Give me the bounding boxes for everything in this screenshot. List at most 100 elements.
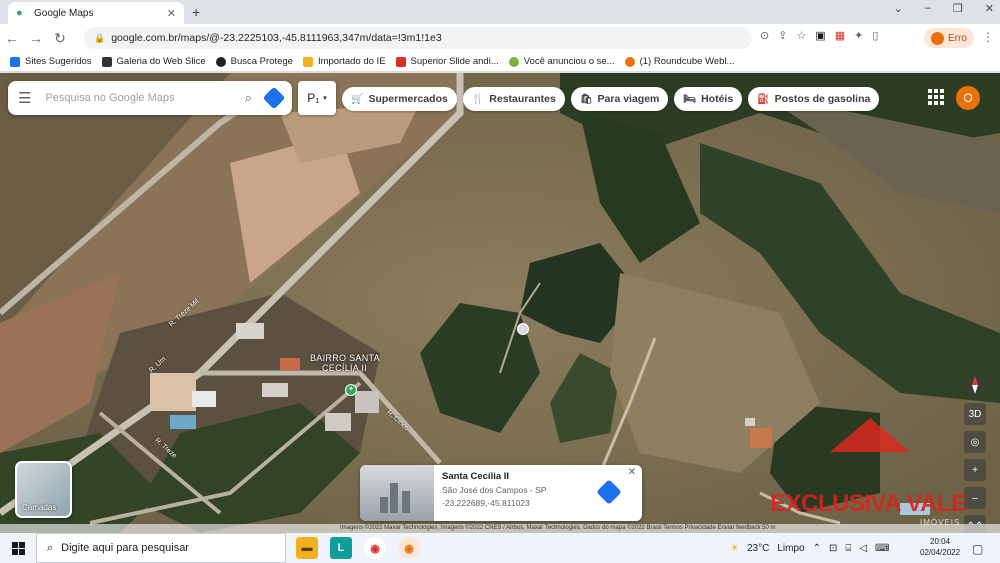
camera-icon[interactable]: ⊡ — [829, 543, 837, 554]
compass-icon[interactable] — [963, 373, 987, 397]
takeout-bag-icon: 🛍 — [579, 93, 593, 105]
reload-icon[interactable]: ↻ — [48, 30, 72, 47]
close-window-button[interactable]: ✕ — [985, 2, 994, 15]
maps-search-box[interactable]: ☰ Pesquisa no Google Maps ⌕ — [8, 81, 292, 115]
layers-button[interactable]: Camadas — [15, 461, 72, 518]
minimize-button[interactable]: – — [925, 2, 931, 15]
search-input[interactable]: Pesquisa no Google Maps — [45, 92, 230, 104]
directions-icon[interactable] — [262, 86, 286, 110]
chip-postos-de-gasolina[interactable]: ⛽ Postos de gasolina — [748, 87, 880, 111]
weather-icon[interactable]: ☀ — [730, 543, 739, 554]
taskbar-search-box[interactable]: ⌕ Digite aqui para pesquisar — [36, 533, 286, 563]
bookmarks-bar: Sites Sugeridos Galeria do Web Slice Bus… — [0, 52, 1000, 72]
cart-icon: 🛒 — [351, 93, 364, 105]
bookmark-item[interactable]: Superior Slide andi... — [395, 56, 499, 67]
chip-restaurantes[interactable]: 🍴 Restaurantes — [462, 87, 565, 111]
lock-icon[interactable]: 🔒 — [94, 33, 105, 44]
profile-button[interactable]: Erro — [924, 28, 974, 48]
bookmark-item[interactable]: Sites Sugeridos — [10, 56, 92, 67]
directions-icon[interactable] — [596, 479, 622, 505]
zoom-out-button[interactable]: – — [964, 487, 986, 509]
bookmark-item[interactable]: (1) Roundcube Webl... — [624, 56, 734, 67]
place-info-card[interactable]: Santa Cecília II São José dos Campos - S… — [360, 465, 642, 521]
back-arrow-icon[interactable]: ← — [0, 30, 24, 46]
start-button[interactable] — [0, 541, 36, 555]
place-pin-icon[interactable]: ✦ — [345, 384, 357, 396]
bookmark-item[interactable]: Importado do IE — [302, 56, 386, 67]
new-tab-button[interactable]: + — [192, 4, 200, 20]
bookmark-icon — [101, 56, 112, 67]
bookmark-item[interactable]: Galeria do Web Slice — [101, 56, 206, 67]
place-name: Santa Cecília II — [442, 471, 510, 482]
weather-temp[interactable]: 23°C — [747, 543, 769, 554]
account-avatar[interactable]: O — [956, 86, 980, 110]
satellite-imagery — [0, 73, 1000, 533]
satellite-map[interactable]: ☰ Pesquisa no Google Maps ⌕ P₁ ▾ 🛒 Superme… — [0, 73, 1000, 533]
bookmark-icon — [215, 56, 226, 67]
app-l-icon[interactable]: L — [330, 537, 352, 559]
close-icon[interactable]: ✕ — [628, 467, 636, 478]
more-menu-icon[interactable]: ⋮ — [982, 30, 994, 44]
system-tray: ☀ 23°C Limpo ⌃ ⊡ ⌸ ◁ ⌨ — [730, 533, 889, 563]
bookmark-icon — [10, 56, 20, 67]
dropdown-arrow-icon: ▾ — [323, 95, 327, 102]
avatar — [931, 31, 944, 45]
share-icon[interactable]: ⇪ — [778, 29, 787, 42]
neighborhood-label: BAIRRO SANTA CECÍLIA II — [310, 353, 380, 373]
address-bar[interactable]: 🔒 google.com.br/maps/@-23.2225103,-45.81… — [84, 27, 752, 49]
house-roof-icon — [830, 418, 910, 452]
location-icon[interactable]: ⊙ — [760, 29, 769, 42]
file-explorer-icon[interactable]: ▬ — [296, 537, 318, 559]
tab-strip: ● Google Maps ✕ + ⌄ – ❐ ✕ — [0, 0, 1000, 24]
chrome-icon[interactable]: ◉ — [364, 537, 386, 559]
hamburger-menu-icon[interactable]: ☰ — [18, 89, 31, 107]
bookmark-icon — [395, 56, 406, 67]
bookmark-star-icon[interactable]: ☆ — [796, 29, 806, 42]
layers-label: Camadas — [22, 503, 57, 512]
calendar-extension-icon[interactable]: ▦ — [835, 29, 845, 42]
my-location-icon[interactable]: ◎ — [964, 431, 986, 453]
chip-hoteis[interactable]: 🛏 Hotéis — [674, 87, 743, 111]
chevron-up-icon[interactable]: ⌃ — [813, 543, 821, 554]
chip-supermercados[interactable]: 🛒 Supermercados — [342, 87, 457, 111]
chip-para-viagem[interactable]: 🛍 Para viagem — [570, 87, 669, 111]
network-icon[interactable]: ⌸ — [845, 543, 851, 554]
puzzle-icon[interactable]: ✦ — [854, 29, 863, 42]
chrome-profile-icon[interactable]: ◉ — [398, 537, 420, 559]
windows-logo-icon — [11, 541, 25, 555]
place-coordinates: -23.222689,-45.811023 — [442, 498, 530, 508]
weather-desc[interactable]: Limpo — [777, 543, 804, 554]
map-attribution[interactable]: Imagens ©2022 Maxar Technologies, Imagen… — [0, 524, 1000, 533]
profile-label: Erro — [948, 32, 967, 44]
google-apps-icon[interactable] — [928, 89, 944, 105]
location-marker-icon[interactable] — [517, 323, 529, 335]
clock[interactable]: 20:04 02/04/2022 — [920, 536, 960, 558]
zoom-in-button[interactable]: + — [964, 459, 986, 481]
volume-icon[interactable]: ◁ — [859, 543, 867, 554]
clock-time: 20:04 — [930, 537, 951, 546]
notification-icon[interactable]: ▢ — [972, 542, 983, 556]
bookmark-item[interactable]: Você anunciou o se... — [508, 56, 615, 67]
search-icon: ⌕ — [47, 541, 54, 554]
tab-close-icon[interactable]: ✕ — [167, 7, 176, 20]
bookmark-item[interactable]: Busca Protege — [215, 56, 293, 67]
folder-icon — [302, 56, 313, 67]
windows-taskbar: ⌕ Digite aqui para pesquisar ▬ L ◉ ◉ ☀ 2… — [0, 533, 1000, 563]
forward-arrow-icon[interactable]: → — [24, 30, 48, 46]
extension-icon[interactable]: ▣ — [815, 29, 825, 42]
taskbar-search-input: Digite aqui para pesquisar — [61, 542, 189, 554]
street-view-thumbnail[interactable] — [360, 465, 434, 521]
url-text: google.com.br/maps/@-23.2225103,-45.8111… — [111, 32, 442, 44]
tab-title: Google Maps — [34, 7, 94, 19]
sidebar-icon[interactable]: ▯ — [872, 29, 878, 42]
clock-date: 02/04/2022 — [920, 548, 961, 557]
place-city: São José dos Campos - SP — [442, 485, 547, 495]
tab-google-maps[interactable]: ● Google Maps ✕ — [8, 2, 184, 24]
3d-button[interactable]: 3D — [964, 403, 986, 425]
maximize-button[interactable]: ❐ — [953, 2, 963, 15]
search-icon[interactable]: ⌕ — [245, 90, 252, 106]
place-dropdown[interactable]: P₁ ▾ — [298, 81, 336, 115]
maps-pin-icon: ● — [16, 7, 23, 19]
language-icon[interactable]: ⌨ — [875, 543, 889, 554]
tab-search-icon[interactable]: ⌄ — [894, 2, 903, 15]
